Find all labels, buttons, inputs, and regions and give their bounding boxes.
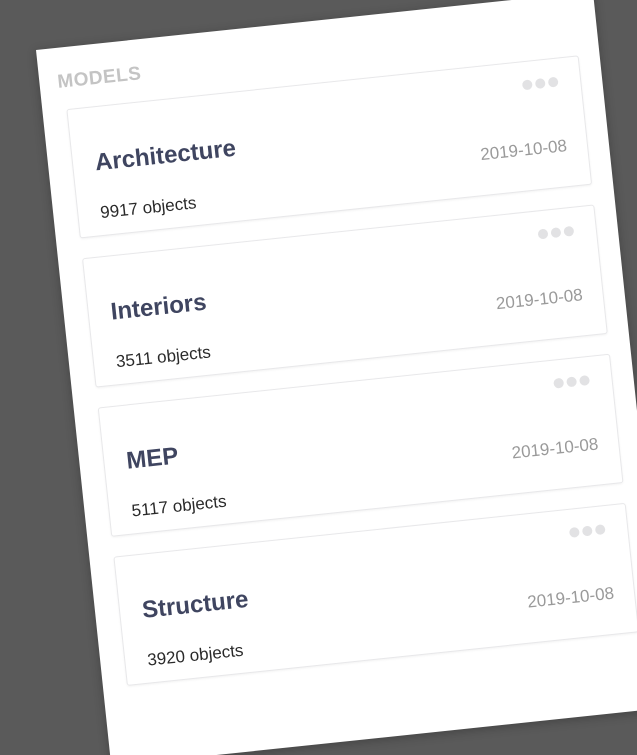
model-date: 2019-10-08 bbox=[510, 434, 600, 463]
model-name: Interiors bbox=[109, 288, 208, 326]
more-options-icon[interactable] bbox=[549, 371, 595, 394]
more-options-icon[interactable] bbox=[533, 221, 579, 244]
model-card-interiors[interactable]: Interiors 2019-10-08 3511 objects bbox=[82, 204, 608, 388]
screen-background: MODELS Architecture 2019-10-08 9917 obje… bbox=[0, 0, 637, 755]
model-name: MEP bbox=[125, 442, 180, 475]
models-list: Architecture 2019-10-08 9917 objects Int… bbox=[66, 55, 637, 706]
model-date: 2019-10-08 bbox=[495, 285, 584, 314]
model-object-count: 9917 objects bbox=[99, 193, 198, 223]
more-options-icon[interactable] bbox=[517, 72, 563, 95]
menu-dot bbox=[566, 376, 578, 388]
model-object-count: 3920 objects bbox=[146, 640, 245, 670]
model-date: 2019-10-08 bbox=[526, 583, 615, 612]
menu-dot bbox=[594, 524, 606, 536]
menu-dot bbox=[553, 377, 565, 389]
model-name: Architecture bbox=[93, 134, 238, 177]
menu-dot bbox=[579, 374, 591, 386]
menu-dot bbox=[563, 225, 575, 237]
menu-dot bbox=[534, 77, 546, 89]
model-card-architecture[interactable]: Architecture 2019-10-08 9917 objects bbox=[66, 55, 593, 239]
panel-title: MODELS bbox=[56, 63, 143, 93]
menu-dot bbox=[537, 228, 549, 240]
model-card-mep[interactable]: MEP 2019-10-08 5117 objects bbox=[97, 353, 624, 537]
menu-dot bbox=[547, 76, 559, 88]
menu-dot bbox=[521, 79, 533, 91]
menu-dot bbox=[568, 526, 580, 538]
menu-dot bbox=[550, 227, 562, 239]
model-object-count: 5117 objects bbox=[130, 491, 228, 521]
models-panel: MODELS Architecture 2019-10-08 9917 obje… bbox=[36, 0, 637, 755]
model-card-structure[interactable]: Structure 2019-10-08 3920 objects bbox=[113, 502, 637, 686]
menu-dot bbox=[581, 525, 593, 537]
more-options-icon[interactable] bbox=[564, 520, 610, 543]
model-name: Structure bbox=[140, 585, 250, 624]
model-date: 2019-10-08 bbox=[479, 136, 568, 165]
model-object-count: 3511 objects bbox=[115, 342, 212, 372]
